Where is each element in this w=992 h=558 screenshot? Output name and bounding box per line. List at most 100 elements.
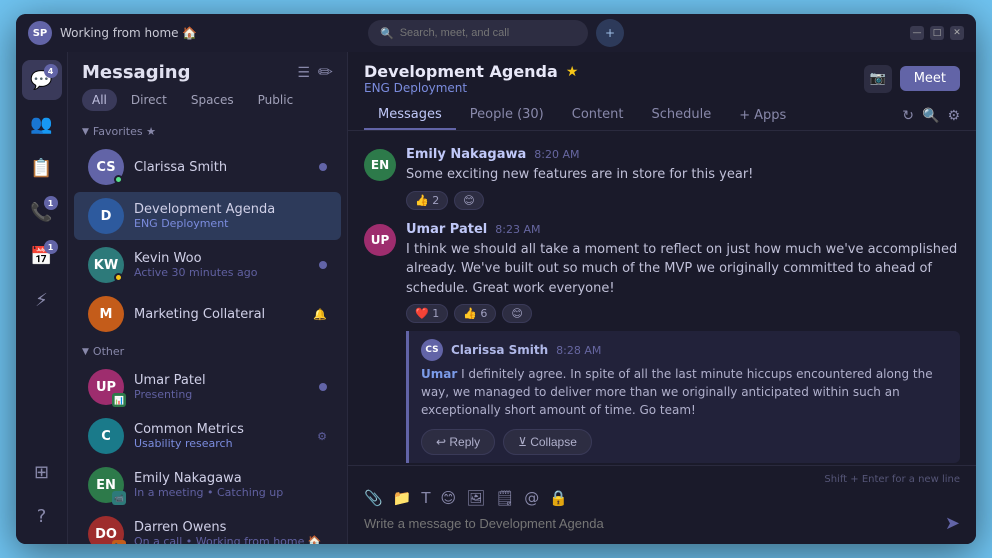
umar-reactions: ❤️ 1 👍 6 😊 (406, 304, 960, 323)
sidebar-item-calendar[interactable]: 📅 1 (22, 236, 62, 276)
kevin-info: Kevin Woo Active 30 minutes ago (134, 251, 309, 279)
send-button[interactable]: ➤ (945, 513, 960, 534)
clarissa-indicator (319, 163, 327, 171)
emily-time: 8:20 AM (534, 148, 579, 161)
emily-text: Some exciting new features are in store … (406, 165, 960, 185)
format-icon[interactable]: T (421, 489, 430, 507)
contact-item-umar[interactable]: UP 📊 Umar Patel Presenting (74, 363, 341, 411)
umar-msg-content: Umar Patel 8:23 AM I think we should all… (406, 222, 960, 466)
maximize-button[interactable]: □ (930, 26, 944, 40)
dev-agenda-name: Development Agenda (134, 202, 327, 217)
sidebar-item-calls[interactable]: 📞 1 (22, 192, 62, 232)
umar-avatar: UP 📊 (88, 369, 124, 405)
messaging-badge: 4 (44, 64, 58, 78)
mention-icon[interactable]: @ (524, 489, 539, 507)
chat-tab-actions: ↻ 🔍 ⚙ (902, 108, 960, 124)
contact-item-kevin[interactable]: KW Kevin Woo Active 30 minutes ago (74, 241, 341, 289)
emoji-icon[interactable]: 😊 (441, 489, 457, 507)
search-chat-icon[interactable]: 🔍 (922, 108, 939, 124)
tab-content[interactable]: Content (558, 101, 638, 130)
add-button[interactable]: + (596, 19, 624, 47)
tab-public[interactable]: Public (248, 89, 304, 111)
emily-sub: In a meeting • Catching up (134, 486, 327, 499)
contact-item-dev-agenda[interactable]: D Development Agenda ENG Deployment (74, 192, 341, 240)
dev-agenda-sub: ENG Deployment (134, 217, 327, 230)
chevron-down-icon-other: ▼ (82, 347, 89, 357)
clarissa-quoted-time: 8:28 AM (556, 344, 601, 357)
minimize-button[interactable]: — (910, 26, 924, 40)
quoted-header: CS Clarissa Smith 8:28 AM (421, 339, 950, 361)
message-input[interactable] (364, 516, 937, 531)
tab-add-apps[interactable]: + Apps (725, 102, 800, 129)
filter-icon[interactable]: ☰ (297, 65, 310, 81)
emily-msg-avatar: EN (364, 149, 396, 181)
tab-all[interactable]: All (82, 89, 117, 111)
reply-button[interactable]: ↩ Reply (421, 429, 495, 455)
tab-schedule[interactable]: Schedule (637, 101, 725, 130)
user-avatar: SP (28, 21, 52, 45)
sticker-icon[interactable]: 🗒 (495, 489, 514, 507)
clarissa-avatar: CS (88, 149, 124, 185)
main-layout: 💬 4 👥 📋 📞 1 📅 1 ⚡ ⊞ (16, 52, 976, 544)
teams-icon: 👥 (30, 114, 52, 135)
chat-title-row: Development Agenda ★ (364, 62, 578, 81)
search-input[interactable] (400, 27, 576, 39)
title-bar: SP Working from home 🏠 🔍 + — □ ✕ (16, 14, 976, 52)
settings-icon[interactable]: ⚙ (947, 108, 960, 124)
chat-area: Development Agenda ★ ENG Deployment 📷 Me… (348, 52, 976, 544)
tab-spaces[interactable]: Spaces (181, 89, 244, 111)
tab-messages[interactable]: Messages (364, 101, 456, 130)
sidebar-item-apps[interactable]: ⊞ (22, 452, 62, 492)
kevin-name: Kevin Woo (134, 251, 309, 266)
attach-icon[interactable]: 📎 (364, 489, 383, 507)
sidebar-item-help[interactable]: ? (22, 496, 62, 536)
contact-item-darren[interactable]: DO 📞 Darren Owens On a call • Working fr… (74, 510, 341, 544)
sidebar-item-contacts[interactable]: 📋 (22, 148, 62, 188)
reaction-thumbs-up[interactable]: 👍 2 (406, 191, 448, 210)
star-icon[interactable]: ★ (566, 64, 579, 80)
contact-item-emily[interactable]: EN 📹 Emily Nakagawa In a meeting • Catch… (74, 461, 341, 509)
umar-msg-header: Umar Patel 8:23 AM (406, 222, 960, 237)
message-actions: ↩ Reply ⊻ Collapse (421, 429, 950, 455)
chat-header-top: Development Agenda ★ ENG Deployment 📷 Me… (364, 62, 960, 95)
gif-icon[interactable]: 🖼 (466, 489, 485, 507)
sidebar-item-teams[interactable]: 👥 (22, 104, 62, 144)
window-title: Working from home 🏠 (60, 26, 197, 40)
reaction-smile-2[interactable]: 😊 (502, 304, 531, 323)
tab-people[interactable]: People (30) (456, 101, 558, 130)
contact-item-clarissa[interactable]: CS Clarissa Smith (74, 143, 341, 191)
emily-sender: Emily Nakagawa (406, 147, 526, 162)
reaction-thumbs-up-6[interactable]: 👍 6 (454, 304, 496, 323)
contact-item-marketing[interactable]: M Marketing Collateral 🔔 (74, 290, 341, 338)
other-label: Other (93, 345, 124, 358)
other-section-header[interactable]: ▼ Other (68, 339, 347, 362)
search-bar[interactable]: 🔍 (368, 20, 588, 46)
close-button[interactable]: ✕ (950, 26, 964, 40)
reaction-heart[interactable]: ❤️ 1 (406, 304, 448, 323)
reaction-smile[interactable]: 😊 (454, 191, 483, 210)
umar-sub: Presenting (134, 388, 309, 401)
kevin-sub: Active 30 minutes ago (134, 266, 309, 279)
message-row-emily: EN Emily Nakagawa 8:20 AM Some exciting … (364, 147, 960, 210)
gear-icon[interactable]: ⚙ (317, 430, 327, 443)
chat-subtitle: ENG Deployment (364, 81, 578, 95)
compose-icon[interactable]: ✏ (318, 62, 333, 83)
lock-icon[interactable]: 🔒 (549, 489, 568, 507)
meet-button[interactable]: Meet (900, 66, 960, 91)
title-bar-right: — □ ✕ (730, 26, 964, 40)
sidebar-item-messaging[interactable]: 💬 4 (22, 60, 62, 100)
clarissa-quoted-avatar: CS (421, 339, 443, 361)
contact-item-common[interactable]: C Common Metrics Usability research ⚙ (74, 412, 341, 460)
video-icon[interactable]: 📷 (864, 65, 892, 93)
tab-direct[interactable]: Direct (121, 89, 177, 111)
chat-title-section: Development Agenda ★ ENG Deployment (364, 62, 578, 95)
collapse-button[interactable]: ⊻ Collapse (503, 429, 592, 455)
sidebar-item-network[interactable]: ⚡ (22, 280, 62, 320)
sync-icon[interactable]: ↻ (902, 108, 914, 124)
folder-icon[interactable]: 📁 (393, 489, 412, 507)
emily-msg-content: Emily Nakagawa 8:20 AM Some exciting new… (406, 147, 960, 210)
bell-icon[interactable]: 🔔 (313, 308, 327, 321)
favorites-section-header[interactable]: ▼ Favorites ★ (68, 119, 347, 142)
network-icon: ⚡ (35, 290, 48, 311)
clarissa-status (114, 175, 123, 184)
